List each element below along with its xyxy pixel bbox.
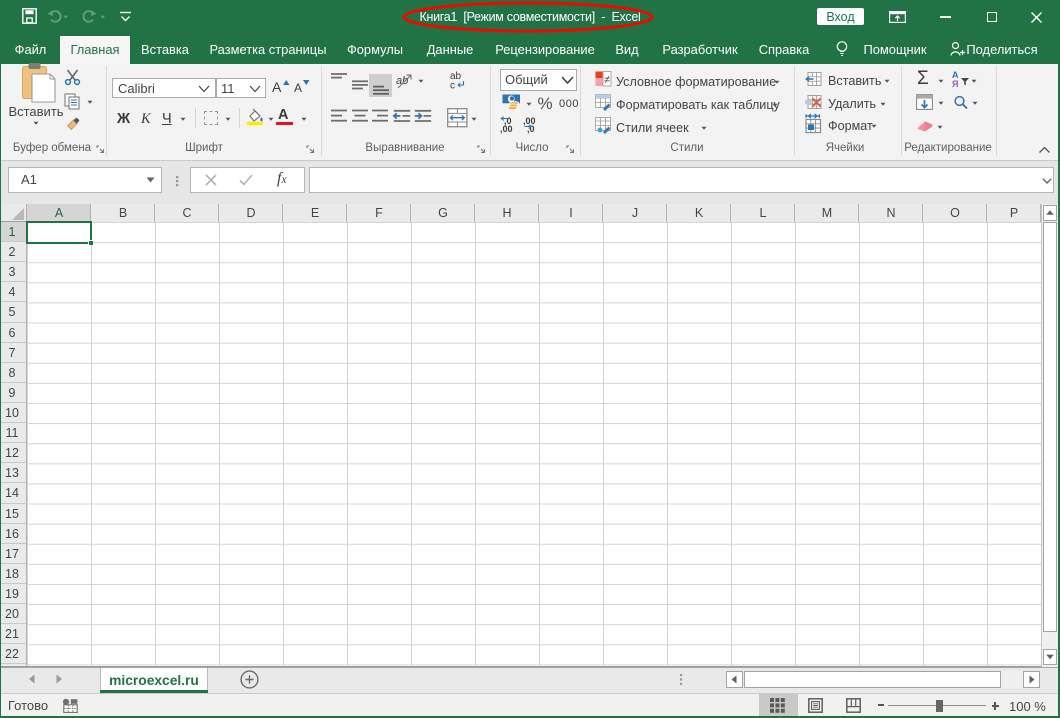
svg-text:c: c [450, 81, 455, 92]
svg-text:,00: ,00 [500, 124, 513, 134]
svg-text:≠: ≠ [604, 74, 610, 86]
svg-text:Я: Я [952, 79, 958, 89]
svg-text:ab: ab [396, 75, 408, 87]
